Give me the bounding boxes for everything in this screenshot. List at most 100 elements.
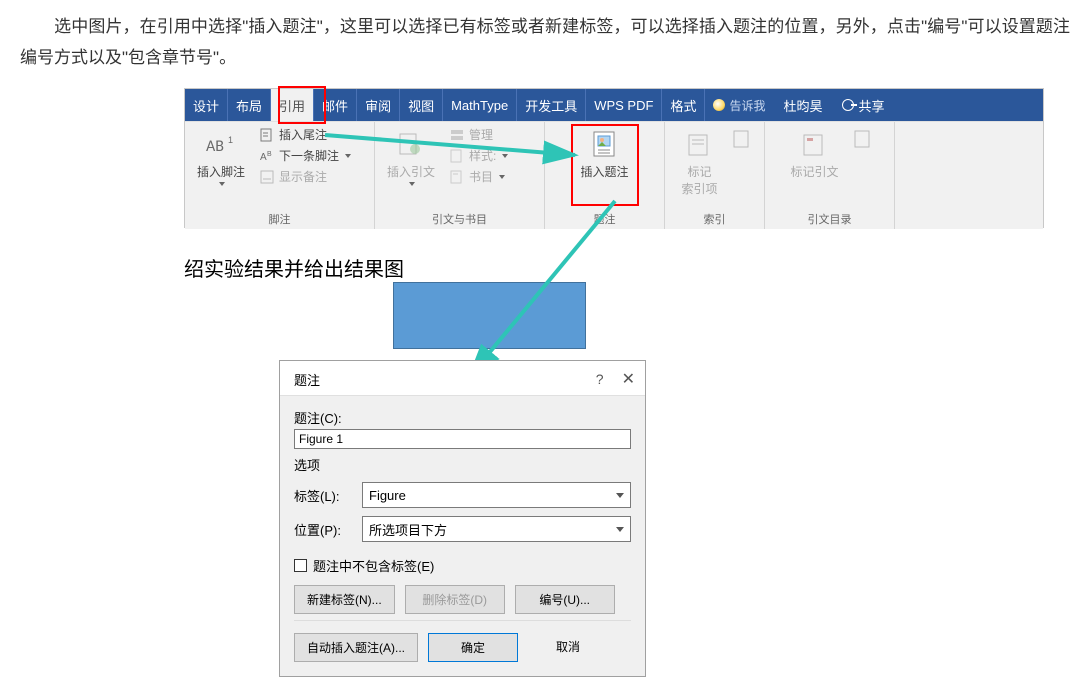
tab-design[interactable]: 设计	[185, 89, 228, 121]
position-select-value: 所选项目下方	[369, 520, 447, 539]
tab-devtools[interactable]: 开发工具	[517, 89, 586, 121]
tell-me[interactable]: 告诉我	[705, 89, 773, 121]
chevron-down-icon	[499, 175, 505, 179]
style-icon	[449, 148, 465, 164]
new-label-button[interactable]: 新建标签(N)...	[294, 585, 395, 614]
index-group-label: 索引	[671, 209, 758, 227]
insert-endnote-label: 插入尾注	[279, 126, 327, 143]
manage-sources-button[interactable]: 管理	[447, 125, 510, 144]
ribbon-group-index: 标记 索引项 索引	[665, 122, 765, 229]
delete-label-button[interactable]: 删除标签(D)	[405, 585, 505, 614]
mark-citation-button[interactable]: 标记引文	[784, 125, 844, 180]
document-body-text: 绍实验结果并给出结果图	[184, 253, 404, 282]
next-footnote-label: 下一条脚注	[279, 147, 339, 164]
position-field-label: 位置(P):	[294, 520, 354, 539]
tell-me-label: 告诉我	[729, 97, 765, 114]
exclude-label-text: 题注中不包含标签(E)	[313, 556, 434, 575]
caption-input[interactable]	[294, 429, 631, 449]
label-field-label: 标签(L):	[294, 486, 354, 505]
next-footnote-icon: AB	[259, 148, 275, 164]
next-footnote-button[interactable]: AB 下一条脚注	[257, 146, 353, 165]
insert-index-icon	[732, 129, 752, 149]
insert-caption-label: 插入题注	[580, 163, 628, 180]
mark-citation-icon	[798, 129, 830, 161]
share-icon	[842, 99, 854, 111]
index-icon	[683, 129, 715, 161]
tab-mathtype[interactable]: MathType	[443, 89, 517, 121]
lightbulb-icon	[713, 99, 725, 111]
captions-group-label: 题注	[551, 209, 658, 227]
ribbon-tabs: 设计 布局 引用 邮件 审阅 视图 MathType 开发工具 WPS PDF …	[185, 89, 1043, 121]
manage-sources-label: 管理	[469, 126, 493, 143]
bibliography-icon	[449, 169, 465, 185]
insert-footnote-label: 插入脚注	[197, 163, 245, 180]
ribbon-body: AB 1 插入脚注 插入尾注 AB 下一条脚注	[185, 121, 1043, 229]
position-select[interactable]: 所选项目下方	[362, 516, 631, 542]
chevron-down-icon	[502, 154, 508, 158]
tab-format[interactable]: 格式	[662, 89, 705, 121]
insert-footnote-button[interactable]: AB 1 插入脚注	[191, 125, 251, 186]
options-section-label: 选项	[294, 449, 631, 478]
insert-index-button[interactable]	[730, 125, 754, 153]
mark-index-entry-label: 标记 索引项	[681, 163, 717, 197]
insert-toa-icon	[853, 129, 873, 149]
dialog-help-button[interactable]: ?	[596, 371, 604, 387]
insert-citation-label: 插入引文	[387, 163, 435, 180]
footnotes-group-label: 脚注	[191, 209, 368, 227]
citation-icon	[395, 129, 427, 161]
ribbon-group-captions: 插入题注 题注	[545, 122, 665, 229]
chevron-down-icon	[616, 493, 624, 498]
dialog-titlebar: 题注 ? ✕	[280, 361, 645, 396]
label-select-value: Figure	[369, 488, 406, 503]
share-button[interactable]: 共享	[832, 89, 894, 121]
caption-dialog: 题注 ? ✕ 题注(C): 选项 标签(L): Figure 位置(P): 所选…	[279, 360, 646, 677]
chevron-down-icon	[409, 182, 415, 186]
auto-caption-button[interactable]: 自动插入题注(A)...	[294, 633, 418, 662]
tab-mailings[interactable]: 邮件	[314, 89, 357, 121]
insert-citation-button[interactable]: 插入引文	[381, 125, 441, 186]
bibliography-label: 书目	[469, 168, 493, 185]
svg-text:1: 1	[228, 135, 233, 145]
bibliography-button[interactable]: 书目	[447, 167, 510, 186]
ribbon-group-footnotes: AB 1 插入脚注 插入尾注 AB 下一条脚注	[185, 122, 375, 229]
cancel-button[interactable]: 取消	[528, 633, 608, 662]
citation-style-label: 样式:	[469, 147, 496, 164]
tab-layout[interactable]: 布局	[228, 89, 271, 121]
label-select[interactable]: Figure	[362, 482, 631, 508]
intro-text: 选中图片，在引用中选择"插入题注"，这里可以选择已有标签或者新建标签，可以选择插…	[20, 17, 1070, 67]
exclude-label-checkbox[interactable]	[294, 559, 307, 572]
citations-group-label: 引文与书目	[381, 209, 538, 227]
insert-toa-button[interactable]	[851, 125, 875, 153]
tab-review[interactable]: 审阅	[357, 89, 400, 121]
manage-icon	[449, 127, 465, 143]
ok-button[interactable]: 确定	[428, 633, 518, 662]
word-ribbon: 设计 布局 引用 邮件 审阅 视图 MathType 开发工具 WPS PDF …	[184, 88, 1044, 228]
dialog-body: 题注(C): 选项 标签(L): Figure 位置(P): 所选项目下方 题注…	[280, 396, 645, 676]
toa-group-label: 引文目录	[771, 209, 888, 227]
dialog-title: 题注	[294, 370, 320, 389]
dialog-close-button[interactable]: ✕	[622, 369, 635, 389]
caption-icon	[588, 129, 620, 161]
endnote-icon	[259, 127, 275, 143]
svg-text:AB: AB	[206, 137, 224, 156]
selected-image-placeholder[interactable]	[393, 282, 586, 349]
mark-citation-label: 标记引文	[790, 163, 838, 180]
caption-field-label: 题注(C):	[294, 404, 631, 429]
chevron-down-icon	[345, 154, 351, 158]
footnote-icon: AB 1	[205, 129, 237, 161]
citation-style-button[interactable]: 样式:	[447, 146, 510, 165]
tab-view[interactable]: 视图	[400, 89, 443, 121]
svg-text:B: B	[267, 151, 272, 158]
mark-index-entry-button[interactable]: 标记 索引项	[675, 125, 723, 197]
show-notes-button[interactable]: 显示备注	[257, 167, 353, 186]
insert-caption-button[interactable]: 插入题注	[574, 125, 634, 180]
show-notes-icon	[259, 169, 275, 185]
ribbon-group-citations: 插入引文 管理 样式: 书目	[375, 122, 545, 229]
intro-paragraph: 选中图片，在引用中选择"插入题注"，这里可以选择已有标签或者新建标签，可以选择插…	[0, 0, 1090, 83]
insert-endnote-button[interactable]: 插入尾注	[257, 125, 353, 144]
account-name[interactable]: 杜昀昊	[773, 89, 832, 121]
tab-wpspdf[interactable]: WPS PDF	[586, 89, 662, 121]
numbering-button[interactable]: 编号(U)...	[515, 585, 615, 614]
svg-text:A: A	[260, 152, 267, 163]
tab-references[interactable]: 引用	[271, 89, 314, 121]
